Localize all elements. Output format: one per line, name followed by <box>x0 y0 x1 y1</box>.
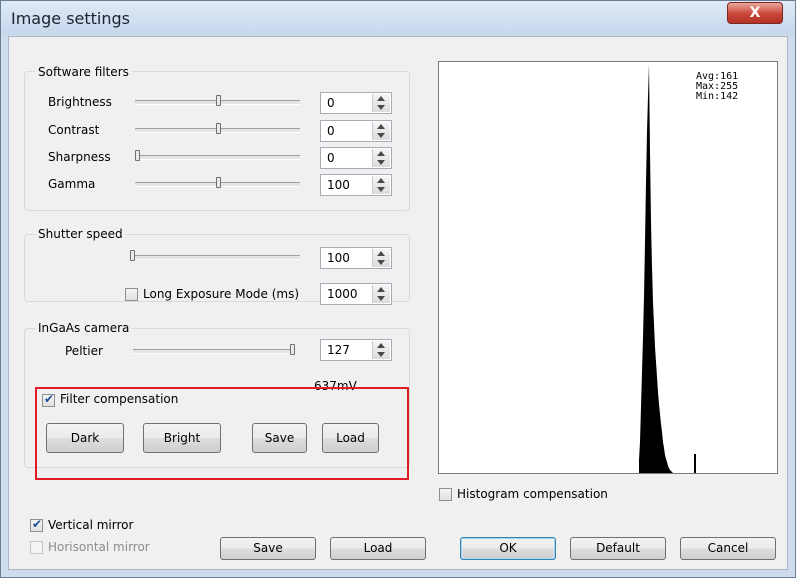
contrast-label: Contrast <box>48 123 100 137</box>
histogram-panel: Avg:161 Max:255 Min:142 <box>438 61 778 474</box>
brightness-slider-thumb[interactable] <box>216 95 221 106</box>
sharpness-spin-arrows[interactable] <box>372 149 390 167</box>
shutter-speed-title: Shutter speed <box>35 227 126 241</box>
gamma-spin-arrows[interactable] <box>372 176 390 194</box>
title-bar[interactable]: Image settings X <box>1 1 795 35</box>
histogram-bars <box>639 64 673 473</box>
vertical-mirror-checkbox[interactable] <box>30 517 43 532</box>
long-exposure-spin-arrows[interactable] <box>372 285 390 303</box>
peltier-value: 127 <box>327 343 350 357</box>
bright-button[interactable]: Bright <box>143 423 221 453</box>
brightness-value: 0 <box>327 96 335 110</box>
histogram-outlier-bar <box>694 454 696 473</box>
peltier-slider[interactable] <box>133 349 295 354</box>
shutter-speed-slider[interactable] <box>130 255 300 260</box>
window-title: Image settings <box>11 9 130 28</box>
vertical-mirror-label[interactable]: Vertical mirror <box>48 518 133 532</box>
histogram-compensation-checkbox[interactable] <box>439 488 452 501</box>
histogram-min: Min:142 <box>696 91 739 102</box>
long-exposure-checkbox[interactable] <box>125 288 138 301</box>
shutter-speed-spinbox[interactable]: 100 <box>320 247 392 269</box>
brightness-label: Brightness <box>48 95 112 109</box>
ingaas-camera-title: InGaAs camera <box>35 321 133 335</box>
histogram-stats: Avg:161 Max:255 Min:142 <box>696 72 738 102</box>
peltier-spin-arrows[interactable] <box>372 341 390 359</box>
sharpness-value: 0 <box>327 151 335 165</box>
filter-save-button[interactable]: Save <box>252 423 307 453</box>
filter-compensation-label[interactable]: Filter compensation <box>60 392 178 406</box>
ok-button[interactable]: OK <box>460 537 556 560</box>
save-button[interactable]: Save <box>220 537 316 560</box>
sharpness-spinbox[interactable]: 0 <box>320 147 392 169</box>
sharpness-label: Sharpness <box>48 150 111 164</box>
peltier-label: Peltier <box>65 344 103 358</box>
contrast-value: 0 <box>327 124 335 138</box>
gamma-spinbox[interactable]: 100 <box>320 174 392 196</box>
brightness-spin-arrows[interactable] <box>372 94 390 112</box>
peltier-spinbox[interactable]: 127 <box>320 339 392 361</box>
sharpness-slider[interactable] <box>135 155 300 160</box>
long-exposure-spinbox[interactable]: 1000 <box>320 283 392 305</box>
filter-compensation-checkbox[interactable] <box>42 392 55 407</box>
software-filters-title: Software filters <box>35 65 132 79</box>
contrast-spinbox[interactable]: 0 <box>320 120 392 142</box>
close-button[interactable]: X <box>727 2 783 24</box>
histogram-chart <box>639 64 696 473</box>
peltier-slider-thumb[interactable] <box>290 344 295 355</box>
contrast-spin-arrows[interactable] <box>372 122 390 140</box>
brightness-spinbox[interactable]: 0 <box>320 92 392 114</box>
horizontal-mirror-checkbox[interactable] <box>30 541 43 554</box>
gamma-slider-thumb[interactable] <box>216 177 221 188</box>
dark-button[interactable]: Dark <box>46 423 124 453</box>
dialog-client-area: Software filters Brightness 0 Contrast 0… <box>8 36 788 570</box>
filter-load-button[interactable]: Load <box>322 423 379 453</box>
histogram-compensation-label[interactable]: Histogram compensation <box>457 487 608 501</box>
long-exposure-label[interactable]: Long Exposure Mode (ms) <box>143 287 299 301</box>
default-button[interactable]: Default <box>570 537 666 560</box>
gamma-label: Gamma <box>48 177 96 191</box>
gamma-value: 100 <box>327 178 350 192</box>
contrast-slider-thumb[interactable] <box>216 123 221 134</box>
shutter-speed-slider-thumb[interactable] <box>130 250 135 261</box>
cancel-button[interactable]: Cancel <box>680 537 776 560</box>
load-button[interactable]: Load <box>330 537 426 560</box>
long-exposure-value: 1000 <box>327 287 358 301</box>
shutter-speed-spin-arrows[interactable] <box>372 249 390 267</box>
shutter-speed-value: 100 <box>327 251 350 265</box>
sharpness-slider-thumb[interactable] <box>135 150 140 161</box>
horizontal-mirror-label[interactable]: Horisontal mirror <box>48 540 150 554</box>
